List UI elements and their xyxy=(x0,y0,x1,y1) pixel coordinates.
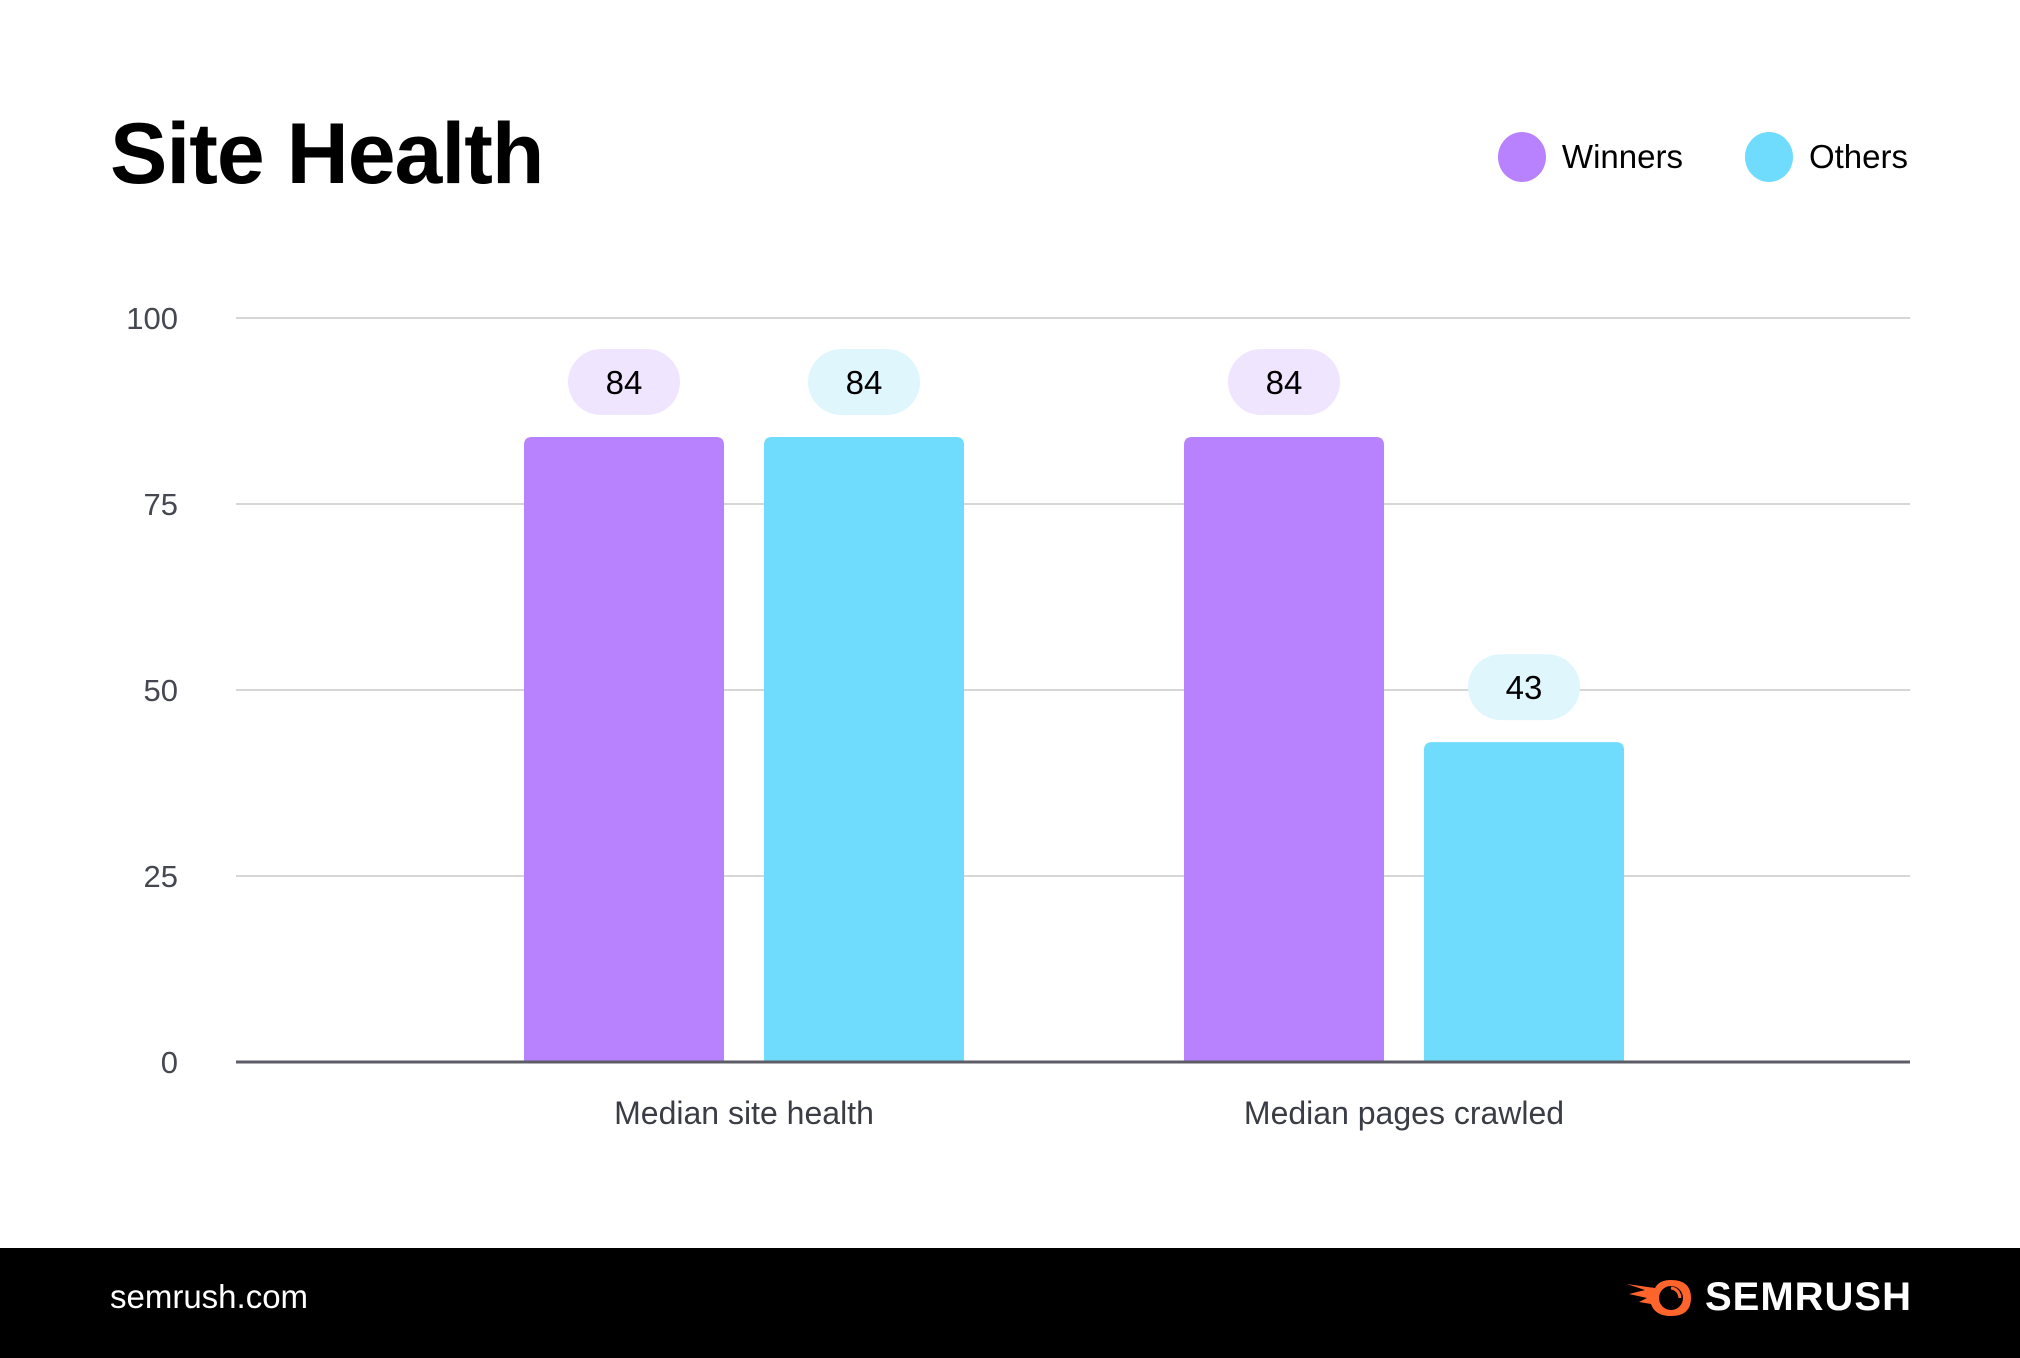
y-tick-label: 50 xyxy=(144,673,178,708)
bar-winners xyxy=(524,437,724,1062)
x-category-label: Median site health xyxy=(614,1095,874,1131)
data-label: 84 xyxy=(1266,364,1303,401)
y-tick-label: 25 xyxy=(144,859,178,894)
data-label: 84 xyxy=(846,364,883,401)
y-tick-label: 0 xyxy=(161,1045,178,1080)
semrush-wordmark: SEMRUSH xyxy=(1704,1275,1912,1319)
y-tick-label: 75 xyxy=(144,487,178,522)
bar-others xyxy=(764,437,964,1062)
bar-chart: 0 25 50 75 100 84 84 Median site health 84 43 Medi… xyxy=(126,301,1910,1131)
data-label: 84 xyxy=(606,364,643,401)
footer-url: semrush.com xyxy=(110,1278,309,1315)
semrush-logo: SEMRUSH xyxy=(1625,1275,1912,1320)
x-category-label: Median pages crawled xyxy=(1244,1095,1564,1131)
bar-winners xyxy=(1184,437,1384,1062)
semrush-flame-icon xyxy=(1626,1279,1691,1316)
footer: semrush.com SEMRUSH xyxy=(0,1248,2020,1358)
data-label: 43 xyxy=(1506,669,1543,706)
bar-others xyxy=(1424,742,1624,1062)
y-tick-label: 100 xyxy=(126,301,178,336)
